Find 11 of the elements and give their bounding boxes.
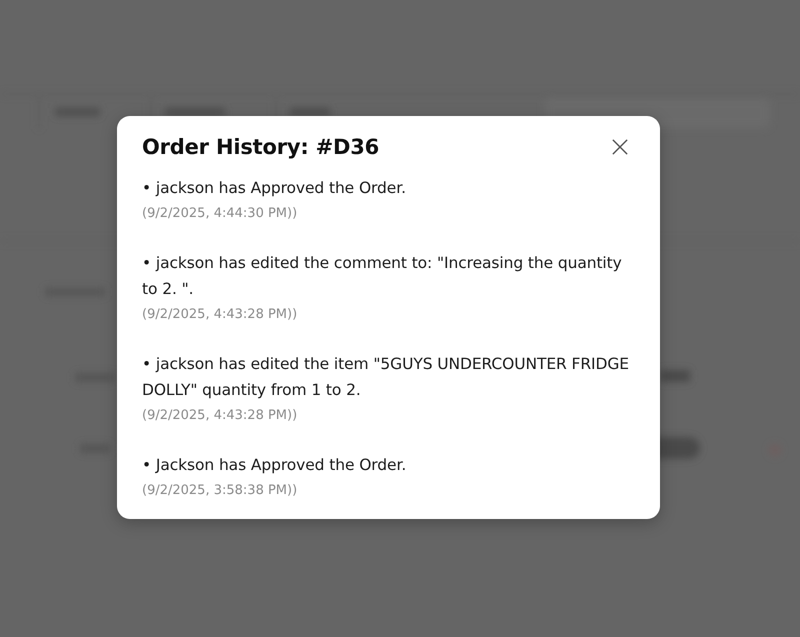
close-button[interactable] [610,137,630,157]
entry-timestamp: (9/2/2025, 3:58:38 PM)) [142,482,298,500]
entry-timestamp: (9/2/2025, 4:44:30 PM)) [142,205,298,223]
history-entry-text: • jackson has edited the comment to: "Increasing the quantity to 2. ". [142,253,623,300]
entry-timestamp: (9/2/2025, 4:43:28 PM)) [142,407,298,425]
history-entry-text: • jackson has edited the item "5GUYS UNDERCOUNTER FRIDGE DOLLY" quantity from 1 to 2. [142,354,630,401]
history-entry-text: • Jackson has Approved the Order. [142,455,408,476]
dialog-title: Order History: #D36 [142,134,380,161]
close-icon [612,139,628,155]
entry-timestamp: (9/2/2025, 4:43:28 PM)) [142,306,298,324]
history-entry-text: • jackson has Approved the Order. [142,178,407,199]
